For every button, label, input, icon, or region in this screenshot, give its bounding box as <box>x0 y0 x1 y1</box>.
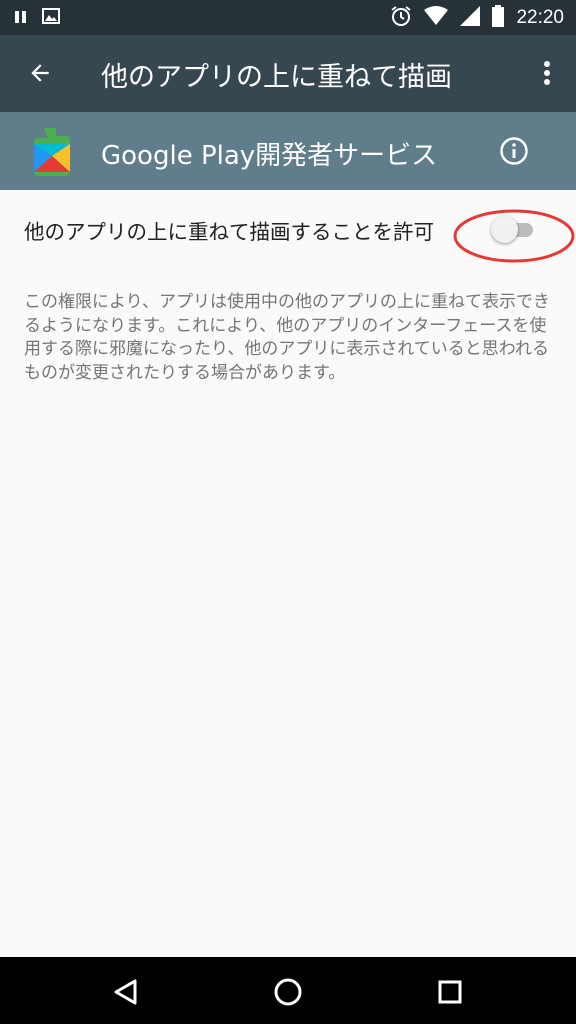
app-name: Google Play開発者サービス <box>101 141 438 171</box>
more-vert-icon <box>544 61 550 85</box>
permission-description: この権限により、アプリは使用中の他のアプリの上に重ねて表示できるようになります。… <box>24 292 550 383</box>
app-info-button[interactable] <box>497 134 531 168</box>
nav-recents-button[interactable] <box>428 970 472 1014</box>
image-notification-icon <box>42 8 60 28</box>
home-icon <box>274 978 302 1006</box>
status-time: 22:20 <box>516 7 564 28</box>
pause-icon <box>14 9 28 28</box>
back-icon <box>114 979 137 1005</box>
google-play-services-icon <box>30 124 74 176</box>
status-bar: 22:20 <box>0 0 576 35</box>
info-icon <box>500 137 528 165</box>
overflow-menu-button[interactable] <box>534 53 560 93</box>
red-annotation-circle <box>453 209 575 263</box>
setting-label: 他のアプリの上に重ねて描画することを許可 <box>24 220 434 244</box>
nav-back-button[interactable] <box>104 970 148 1014</box>
app-bar: 他のアプリの上に重ねて描画 <box>0 35 576 112</box>
nav-home-button[interactable] <box>266 970 310 1014</box>
battery-icon <box>492 5 505 31</box>
page-title: 他のアプリの上に重ねて描画 <box>101 62 452 93</box>
recents-icon <box>438 980 462 1004</box>
wifi-icon <box>424 6 449 30</box>
alarm-icon <box>390 5 412 31</box>
app-header: Google Play開発者サービス <box>0 112 576 190</box>
arrow-back-icon <box>31 64 49 82</box>
back-button[interactable] <box>20 53 60 93</box>
cellular-signal-icon <box>460 6 481 30</box>
navigation-bar <box>0 957 576 1024</box>
